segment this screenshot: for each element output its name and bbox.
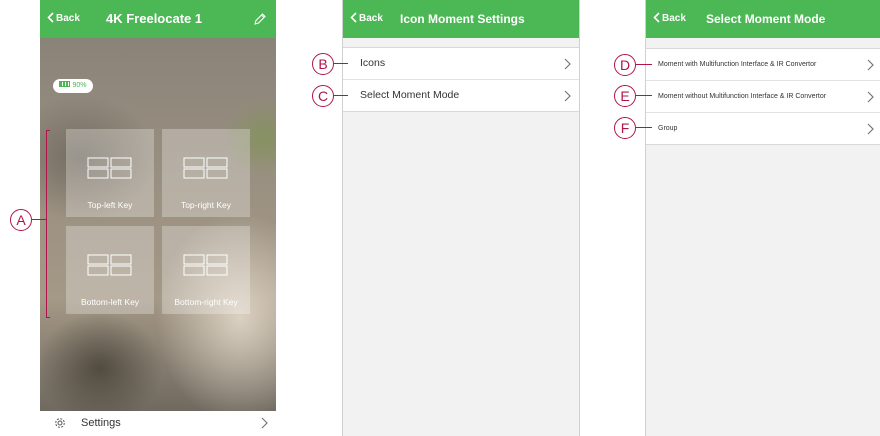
chevron-left-icon [653,12,660,23]
back-label: Back [662,13,686,24]
pencil-icon[interactable] [253,12,267,26]
chevron-right-icon [867,123,874,135]
list-item-label: Group [658,125,678,132]
page-title: 4K Freelocate 1 [106,11,203,26]
list-item-moment-without-interface[interactable]: Moment without Multifunction Interface &… [646,81,880,113]
chevron-right-icon [564,90,571,102]
callout-line [636,127,652,128]
switch-plate-icon [183,157,228,179]
key-label: Top-left Key [87,200,133,210]
key-bottom-left[interactable]: Bottom-left Key [66,226,154,314]
back-label: Back [359,13,383,24]
app-header: Back 4K Freelocate 1 [40,0,276,38]
chevron-right-icon [867,59,874,71]
switch-plate-icon [87,254,132,276]
device-screen: Back Icon Moment Settings Icons Select M… [342,0,580,436]
list-item-label: Moment with Multifunction Interface & IR… [658,61,817,68]
list-item-label: Moment without Multifunction Interface &… [658,93,827,100]
callout-bracket [46,130,50,318]
back-button[interactable]: Back [47,0,80,38]
battery-level: 90% [72,82,87,89]
callout-line [636,64,652,65]
moment-mode-list: Moment with Multifunction Interface & IR… [646,48,880,145]
key-top-right[interactable]: Top-right Key [162,129,250,217]
key-label: Bottom-left Key [80,297,140,307]
switch-plate-icon [87,157,132,179]
chevron-right-icon [564,58,571,70]
battery-badge: 90% [53,79,93,93]
callout-a: A [10,209,32,231]
list-item-label: Icons [360,57,386,69]
callout-b: B [312,53,334,75]
chevron-left-icon [350,12,357,23]
callout-e: E [614,85,636,107]
gear-icon [55,418,65,428]
callout-line [32,219,46,220]
back-button[interactable]: Back [653,0,686,38]
chevron-right-icon [261,417,268,429]
app-header: Back Select Moment Mode [646,0,880,38]
device-screen: Back Select Moment Mode Moment with Mult… [645,0,880,436]
callout-d: D [614,54,636,76]
back-button[interactable]: Back [350,0,383,38]
room-background-image [40,38,276,411]
list-item-select-moment-mode[interactable]: Select Moment Mode [343,80,579,111]
list-item-label: Select Moment Mode [360,89,460,101]
key-label: Bottom-right Key [174,297,238,307]
settings-bar[interactable]: Settings [40,411,276,436]
page-title: Select Moment Mode [706,12,826,26]
callout-line [334,95,348,96]
key-label: Top-right Key [180,200,232,210]
battery-icon [59,81,71,88]
list-item-icons[interactable]: Icons [343,48,579,80]
settings-label: Settings [81,417,121,429]
callout-line [334,63,348,64]
device-screen: Back 4K Freelocate 1 90% Top-left Key To… [40,0,276,436]
callout-c: C [312,85,334,107]
key-bottom-right[interactable]: Bottom-right Key [162,226,250,314]
switch-plate-icon [183,254,228,276]
key-top-left[interactable]: Top-left Key [66,129,154,217]
callout-f: F [614,117,636,139]
callout-line [636,95,652,96]
settings-list: Icons Select Moment Mode [343,47,579,112]
app-header: Back Icon Moment Settings [343,0,579,38]
list-item-moment-with-interface[interactable]: Moment with Multifunction Interface & IR… [646,49,880,81]
chevron-left-icon [47,12,54,23]
chevron-right-icon [867,91,874,103]
page-title: Icon Moment Settings [400,12,525,26]
list-item-group[interactable]: Group [646,113,880,144]
back-label: Back [56,13,80,24]
